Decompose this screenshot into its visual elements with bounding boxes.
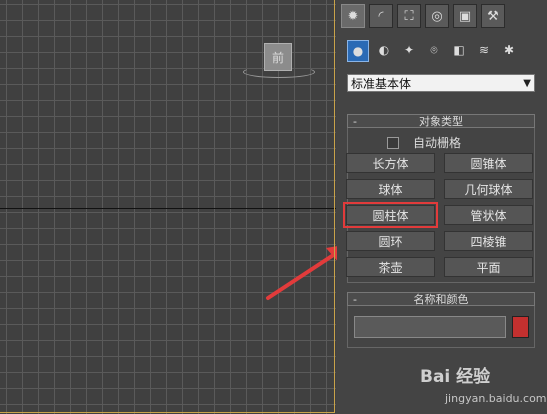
command-panel: ✹ ◜ ⛶ ◎ ▣ ⚒ ● ◐ ✦ ⌾ ◧ ≋ ✱ 标准基本体 ▼ - 对象类型… [337,0,547,414]
command-panel-tabs: ✹ ◜ ⛶ ◎ ▣ ⚒ [341,4,509,28]
shapes-icon: ◐ [378,43,390,57]
modify-tab[interactable]: ◜ [369,4,393,28]
helpers-icon: ◧ [453,43,465,57]
systems-icon: ✱ [503,43,515,57]
geometry-icon: ● [352,44,364,58]
primitive-type-dropdown[interactable]: 标准基本体 ▼ [347,74,535,92]
hierarchy-tab[interactable]: ⛶ [397,4,421,28]
collapse-icon: - [353,293,357,306]
display-icon: ▣ [458,8,472,24]
pyramid-button[interactable]: 四棱锥 [444,231,533,251]
grid-axis-line [0,208,336,209]
lights-icon: ✦ [403,43,415,57]
teapot-button[interactable]: 茶壶 [346,257,435,277]
shapes-button[interactable]: ◐ [374,40,394,60]
autogrid-option[interactable]: 自动栅格 [387,134,461,151]
name-color-rollout-header[interactable]: - 名称和颜色 [347,292,535,306]
motion-icon: ◎ [431,8,443,24]
lights-button[interactable]: ✦ [399,40,419,60]
baidu-watermark: Bai 经验 [420,367,491,387]
spacewarps-button[interactable]: ≋ [474,40,494,60]
dropdown-selected-value: 标准基本体 [351,77,412,91]
viewcube-compass-ring[interactable] [243,66,315,78]
create-tab[interactable]: ✹ [341,4,365,28]
geosphere-button[interactable]: 几何球体 [444,179,533,199]
rollout-title: 对象类型 [419,115,463,128]
motion-tab[interactable]: ◎ [425,4,449,28]
display-tab[interactable]: ▣ [453,4,477,28]
geometry-button[interactable]: ● [347,40,369,62]
utilities-tab[interactable]: ⚒ [481,4,505,28]
object-name-input[interactable] [354,316,506,338]
rollout-title: 名称和颜色 [413,293,469,306]
perspective-viewport[interactable]: 前 [0,0,350,414]
baidu-watermark-url: jingyan.baidu.com [445,392,547,405]
cameras-icon: ⌾ [430,42,438,57]
collapse-icon: - [353,115,357,128]
chevron-down-icon: ▼ [523,78,531,89]
utilities-icon: ⚒ [487,8,499,24]
create-icon: ✹ [347,8,359,24]
tube-button[interactable]: 管状体 [444,205,533,225]
cameras-button[interactable]: ⌾ [424,40,444,60]
object-type-rollout-header[interactable]: - 对象类型 [347,114,535,128]
autogrid-label: 自动栅格 [413,136,462,150]
create-subcategories: ● ◐ ✦ ⌾ ◧ ≋ ✱ [347,40,524,62]
systems-button[interactable]: ✱ [499,40,519,60]
torus-button[interactable]: 圆环 [346,231,435,251]
plane-button[interactable]: 平面 [444,257,533,277]
modify-icon: ◜ [378,8,384,24]
object-color-swatch[interactable] [512,316,529,338]
spacewarps-icon: ≋ [478,43,490,57]
cylinder-button[interactable]: 圆柱体 [343,202,438,228]
cone-button[interactable]: 圆锥体 [444,153,533,173]
sphere-button[interactable]: 球体 [346,179,435,199]
helpers-button[interactable]: ◧ [449,40,469,60]
box-button[interactable]: 长方体 [346,153,435,173]
hierarchy-icon: ⛶ [404,8,414,24]
autogrid-checkbox[interactable] [387,136,399,149]
